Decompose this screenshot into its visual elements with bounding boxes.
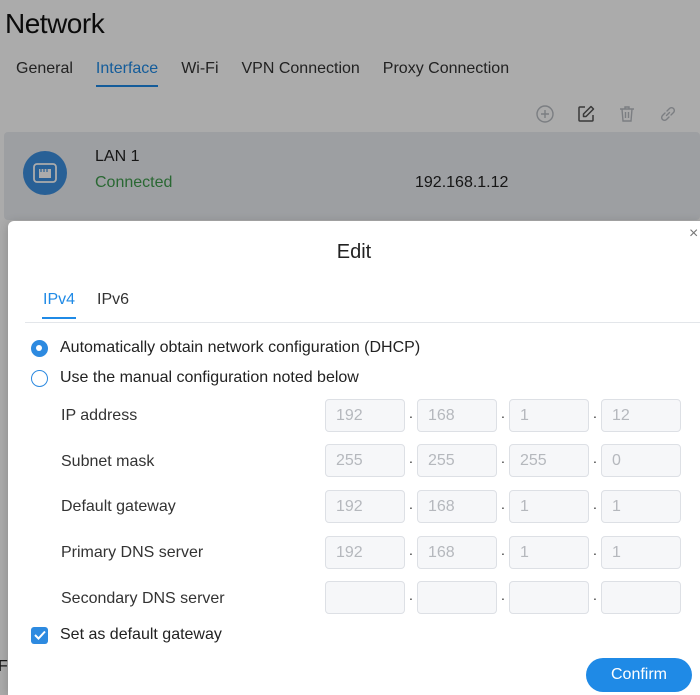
primary-dns-octet-3[interactable] [509,536,589,569]
octet-separator: · [592,452,598,469]
secondary-dns-octet-4[interactable] [601,581,681,614]
primary-dns-label: Primary DNS server [61,544,204,561]
close-icon[interactable]: × [689,226,698,242]
octet-separator: · [408,589,414,606]
octet-separator: · [500,452,506,469]
ip-address-field: · · · [325,399,681,432]
edit-dialog: Edit × IPv4 IPv6 Automatically obtain ne… [8,221,700,695]
manual-option[interactable]: Use the manual configuration noted below [31,369,359,387]
default-gateway-label: Default gateway [61,498,176,515]
ip-address-octet-2[interactable] [417,399,497,432]
default-gateway-checkbox[interactable] [31,626,48,644]
octet-separator: · [500,498,506,515]
tab-ipv4[interactable]: IPv4 [41,291,77,319]
octet-separator: · [500,589,506,606]
secondary-dns-octet-2[interactable] [417,581,497,614]
octet-separator: · [408,544,414,561]
default-gateway-octet-2[interactable] [417,490,497,523]
default-gateway-octet-3[interactable] [509,490,589,523]
octet-separator: · [500,407,506,424]
subnet-mask-label: Subnet mask [61,453,155,470]
tab-ipv6[interactable]: IPv6 [97,291,129,319]
octet-separator: · [592,544,598,561]
default-gateway-field: · · · [325,490,681,523]
octet-separator: · [500,544,506,561]
secondary-dns-label: Secondary DNS server [61,590,225,607]
ip-address-octet-4[interactable] [601,399,681,432]
primary-dns-field: · · · [325,536,681,569]
default-gateway-option[interactable]: Set as default gateway [31,626,222,644]
manual-radio[interactable] [31,369,48,387]
subnet-mask-octet-2[interactable] [417,444,497,477]
primary-dns-octet-2[interactable] [417,536,497,569]
primary-dns-octet-1[interactable] [325,536,405,569]
tabs-divider [25,322,700,323]
octet-separator: · [408,452,414,469]
octet-separator: · [592,589,598,606]
default-gateway-octet-4[interactable] [601,490,681,523]
secondary-dns-octet-3[interactable] [509,581,589,614]
default-gateway-octet-1[interactable] [325,490,405,523]
ip-address-octet-3[interactable] [509,399,589,432]
default-gateway-checkbox-label: Set as default gateway [60,626,222,643]
subnet-mask-field: · · · [325,444,681,477]
octet-separator: · [592,498,598,515]
dhcp-radio[interactable] [31,339,48,357]
manual-option-label: Use the manual configuration noted below [60,369,359,386]
secondary-dns-field: · · · [325,581,681,614]
subnet-mask-octet-1[interactable] [325,444,405,477]
dhcp-option-label: Automatically obtain network configurati… [60,339,421,356]
octet-separator: · [408,407,414,424]
dhcp-option[interactable]: Automatically obtain network configurati… [31,339,420,357]
ip-address-octet-1[interactable] [325,399,405,432]
check-icon [33,630,46,640]
dialog-title: Edit [336,241,372,263]
primary-dns-octet-4[interactable] [601,536,681,569]
confirm-button[interactable]: Confirm [586,658,692,692]
ip-address-label: IP address [61,407,138,424]
ip-version-tabs: IPv4 IPv6 [41,291,151,319]
octet-separator: · [408,498,414,515]
subnet-mask-octet-3[interactable] [509,444,589,477]
secondary-dns-octet-1[interactable] [325,581,405,614]
octet-separator: · [592,407,598,424]
subnet-mask-octet-4[interactable] [601,444,681,477]
